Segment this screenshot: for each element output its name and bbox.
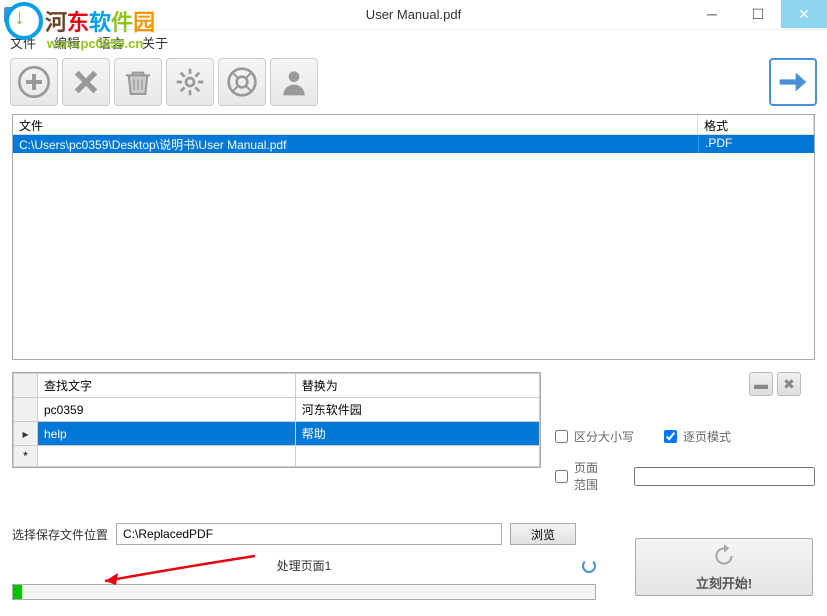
progress-bar (12, 584, 596, 600)
minimize-button[interactable] (689, 0, 735, 28)
menu-edit[interactable]: 编辑 (54, 33, 80, 52)
header-replace[interactable]: 替换为 (295, 374, 539, 398)
window-controls (689, 0, 827, 28)
header-find[interactable]: 查找文字 (38, 374, 296, 398)
settings-button[interactable] (166, 58, 214, 106)
case-sensitive-label: 区分大小写 (574, 428, 634, 445)
maximize-button[interactable] (735, 0, 781, 28)
save-path-input[interactable] (116, 523, 502, 545)
page-range-checkbox[interactable] (555, 470, 568, 483)
replace-row[interactable]: ▸ help 帮助 (14, 422, 540, 446)
menu-file[interactable]: 文件 (10, 33, 36, 52)
rowhead-corner (14, 374, 38, 398)
menu-language[interactable]: 语言 (98, 33, 124, 52)
lifebuoy-icon (226, 66, 258, 98)
header-file[interactable]: 文件 (13, 115, 698, 134)
titlebar: User Manual.pdf (0, 0, 827, 30)
minus-icon: ▬ (754, 376, 768, 392)
replace-row[interactable]: * (14, 446, 540, 467)
trash-icon (122, 66, 154, 98)
replace-cell[interactable]: 帮助 (295, 422, 539, 446)
page-mode-checkbox[interactable] (664, 430, 677, 443)
clear-rows-button[interactable]: ✖ (777, 372, 801, 396)
page-range-input[interactable] (634, 467, 815, 486)
progress-label: 处理页面1 (277, 559, 332, 573)
plus-icon (18, 66, 50, 98)
start-button-label: 立刻开始! (696, 573, 752, 592)
case-sensitive-checkbox[interactable] (555, 430, 568, 443)
replace-table: 查找文字 替换为 pc0359 河东软件园 ▸ help 帮助 * (12, 372, 541, 468)
file-list: 文件 格式 C:\Users\pc0359\Desktop\说明书\User M… (12, 114, 815, 360)
replace-cell[interactable] (295, 446, 539, 467)
case-sensitive-option[interactable]: 区分大小写 (555, 428, 634, 445)
browse-button[interactable]: 浏览 (510, 523, 576, 545)
gear-icon (174, 66, 206, 98)
start-button[interactable]: 立刻开始! (635, 538, 813, 596)
app-icon (4, 7, 20, 23)
row-marker (14, 398, 38, 422)
start-toolbar-button[interactable] (769, 58, 817, 106)
x-icon (70, 66, 102, 98)
file-format-cell: .PDF (698, 135, 814, 153)
page-range-label: 页面范围 (574, 459, 604, 493)
refresh-icon (711, 543, 737, 569)
toolbar (0, 54, 827, 110)
file-row[interactable]: C:\Users\pc0359\Desktop\说明书\User Manual.… (13, 135, 814, 153)
remove-button[interactable] (62, 58, 110, 106)
menu-about[interactable]: 关于 (142, 33, 168, 52)
save-location-label: 选择保存文件位置 (12, 526, 108, 543)
x-small-icon: ✖ (783, 376, 795, 393)
replace-cell[interactable]: 河东软件园 (295, 398, 539, 422)
page-mode-label: 逐页模式 (683, 428, 731, 445)
options-panel: 区分大小写 逐页模式 页面范围 (555, 398, 815, 493)
help-button[interactable] (218, 58, 266, 106)
row-marker: ▸ (14, 422, 38, 446)
user-button[interactable] (270, 58, 318, 106)
row-marker: * (14, 446, 38, 467)
progress-fill (13, 585, 22, 599)
person-icon (278, 66, 310, 98)
window-title: User Manual.pdf (366, 7, 461, 22)
menubar: 文件 编辑 语言 关于 (0, 30, 827, 54)
arrow-right-icon (777, 66, 809, 98)
header-format[interactable]: 格式 (698, 115, 814, 134)
page-mode-option[interactable]: 逐页模式 (664, 428, 731, 445)
delete-button[interactable] (114, 58, 162, 106)
page-range-option[interactable]: 页面范围 (555, 459, 604, 493)
remove-row-button[interactable]: ▬ (749, 372, 773, 396)
file-path-cell: C:\Users\pc0359\Desktop\说明书\User Manual.… (13, 135, 698, 153)
add-button[interactable] (10, 58, 58, 106)
spinner-icon (582, 559, 596, 573)
find-cell[interactable]: pc0359 (38, 398, 296, 422)
find-cell[interactable]: help (38, 422, 296, 446)
find-cell[interactable] (38, 446, 296, 467)
close-button[interactable] (781, 0, 827, 28)
replace-row[interactable]: pc0359 河东软件园 (14, 398, 540, 422)
file-list-header: 文件 格式 (13, 115, 814, 135)
